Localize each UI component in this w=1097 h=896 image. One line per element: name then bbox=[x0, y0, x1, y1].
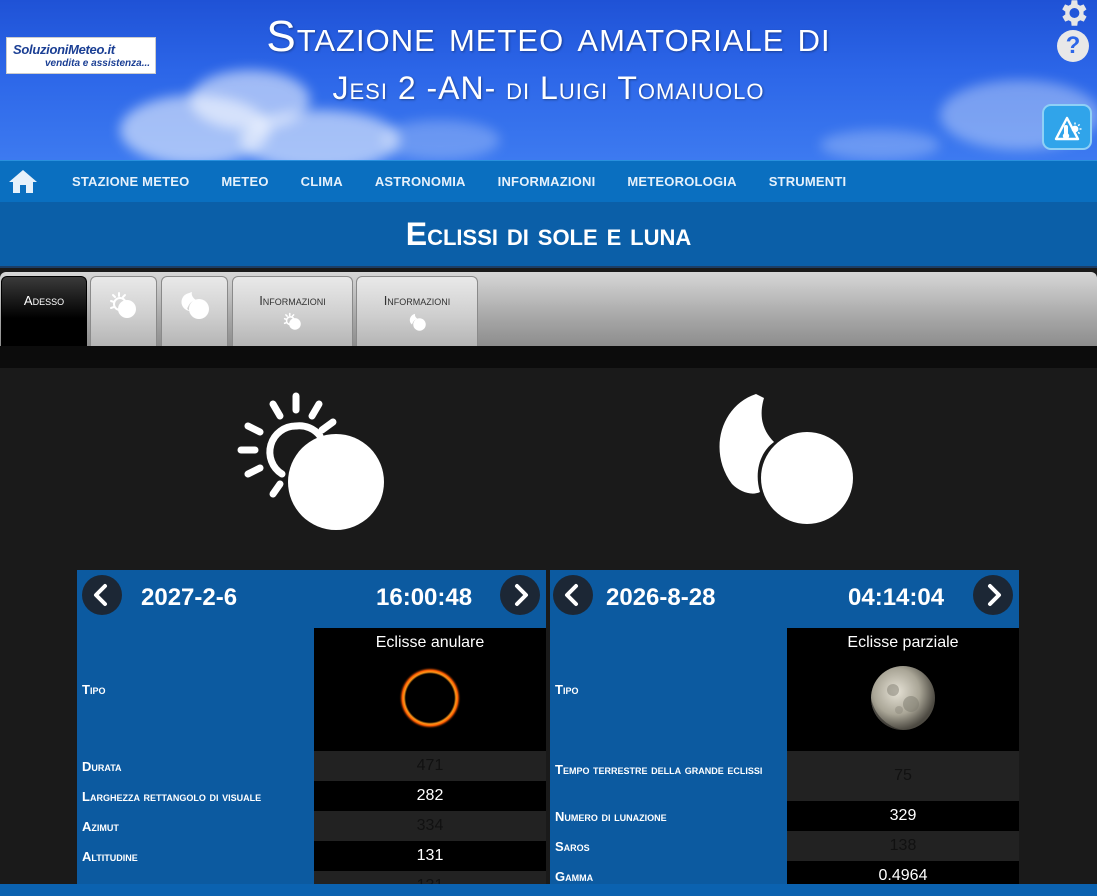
solar-eclipse-date: 2027-2-6 bbox=[141, 584, 238, 611]
nav-item-astronomia[interactable]: ASTRONOMIA bbox=[359, 161, 482, 203]
solar-eclipse-icon bbox=[283, 312, 301, 330]
row-key: Azimut bbox=[82, 819, 119, 834]
row-key: Numero di lunazione bbox=[555, 809, 667, 824]
thermometer-sun-icon[interactable] bbox=[1042, 104, 1092, 150]
prev-lunar-button[interactable] bbox=[553, 575, 593, 615]
row-key: Tipo bbox=[555, 682, 579, 697]
row-key: Gamma bbox=[555, 869, 594, 884]
tab-content-top bbox=[0, 346, 1097, 368]
next-solar-button[interactable] bbox=[500, 575, 540, 615]
lunar-eclipse-date: 2026-8-28 bbox=[606, 584, 716, 611]
partial-lunar-eclipse-image bbox=[871, 666, 935, 730]
solar-eclipse-icon bbox=[237, 392, 384, 530]
row-key: Saros bbox=[555, 839, 590, 854]
solar-eclipse-panel: 2027-2-6 16:00:48 Tipo Eclisse anulare D… bbox=[77, 570, 546, 896]
page-title: Eclissi di sole e luna bbox=[0, 202, 1097, 268]
row-key: Tempo terrestre della grande eclissi bbox=[555, 762, 763, 777]
table-row: Larghezza rettangolo di visuale 282 bbox=[77, 781, 546, 811]
nav-item-meteo[interactable]: METEO bbox=[205, 161, 284, 203]
eclipse-type-value: Eclisse anulare bbox=[375, 634, 485, 651]
row-value: 75 bbox=[787, 751, 1019, 801]
tab-info-solar[interactable]: Informazioni bbox=[232, 276, 353, 346]
row-value: 471 bbox=[314, 751, 546, 781]
table-row: Saros 138 bbox=[550, 831, 1019, 861]
nav-item-clima[interactable]: CLIMA bbox=[285, 161, 359, 203]
site-header: SoluzioniMeteo.it vendita e assistenza..… bbox=[0, 0, 1097, 160]
table-row: Altitudine 131 bbox=[77, 841, 546, 871]
row-key: Durata bbox=[82, 759, 122, 774]
eclipse-type-value: Eclisse parziale bbox=[847, 634, 959, 651]
next-lunar-button[interactable] bbox=[973, 575, 1013, 615]
main-nav: STAZIONE METEO METEO CLIMA ASTRONOMIA IN… bbox=[0, 160, 1097, 202]
lunar-eclipse-icon bbox=[719, 394, 853, 524]
row-value: 131 bbox=[314, 841, 546, 871]
nav-item-meteorologia[interactable]: METEOROLOGIA bbox=[611, 161, 752, 203]
table-row: Azimut 334 bbox=[77, 811, 546, 841]
chevron-right-icon bbox=[988, 584, 1001, 606]
solar-panel-header: 2027-2-6 16:00:48 bbox=[77, 570, 546, 624]
eclipse-type-cell: Eclisse parziale bbox=[787, 628, 1019, 751]
table-row: Tempo terrestre della grande eclissi 75 bbox=[550, 751, 1019, 801]
table-row: Numero di lunazione 329 bbox=[550, 801, 1019, 831]
lunar-eclipse-icon bbox=[180, 292, 209, 319]
nav-item-informazioni[interactable]: INFORMAZIONI bbox=[482, 161, 612, 203]
tab-bar: Adesso Informazioni Informazioni bbox=[0, 272, 1097, 346]
solar-eclipse-icon bbox=[109, 292, 136, 318]
chevron-left-icon bbox=[94, 584, 107, 606]
lunar-eclipse-time: 04:14:04 bbox=[848, 584, 945, 611]
gear-icon[interactable] bbox=[1056, 0, 1090, 30]
row-key: Altitudine bbox=[82, 849, 138, 864]
table-row: Durata 471 bbox=[77, 751, 546, 781]
chevron-left-icon bbox=[565, 584, 578, 606]
row-value: 282 bbox=[314, 781, 546, 811]
help-icon[interactable]: ? bbox=[1057, 30, 1089, 62]
row-key: Tipo bbox=[82, 682, 106, 697]
site-title: Stazione meteo amatoriale di bbox=[266, 12, 831, 61]
prev-solar-button[interactable] bbox=[82, 575, 122, 615]
lunar-eclipse-icon bbox=[409, 313, 426, 331]
tab-lunar-eclipse[interactable] bbox=[161, 276, 228, 346]
home-icon[interactable] bbox=[8, 168, 38, 194]
lunar-panel-header: 2026-8-28 04:14:04 bbox=[550, 570, 1019, 624]
row-value: 334 bbox=[314, 811, 546, 841]
nav-item-strumenti[interactable]: STRUMENTI bbox=[753, 161, 863, 203]
annular-eclipse-image bbox=[399, 667, 461, 729]
row-value: 138 bbox=[787, 831, 1019, 861]
tab-label: Informazioni bbox=[259, 293, 326, 308]
lunar-eclipse-panel: 2026-8-28 04:14:04 Tipo Eclisse parziale bbox=[550, 570, 1019, 896]
eclipse-type-cell: Eclisse anulare bbox=[314, 628, 546, 751]
solar-eclipse-time: 16:00:48 bbox=[376, 584, 473, 611]
row-value: 329 bbox=[787, 801, 1019, 831]
nav-item-stazione-meteo[interactable]: STAZIONE METEO bbox=[56, 161, 205, 203]
tab-label: Adesso bbox=[23, 293, 65, 308]
bottom-bar bbox=[0, 884, 1097, 896]
chevron-right-icon bbox=[515, 584, 528, 606]
tab-adesso[interactable]: Adesso bbox=[1, 276, 87, 346]
tab-solar-eclipse[interactable] bbox=[90, 276, 157, 346]
tab-info-lunar[interactable]: Informazioni bbox=[356, 276, 478, 346]
tab-label: Informazioni bbox=[383, 293, 451, 308]
row-key: Larghezza rettangolo di visuale bbox=[82, 789, 262, 804]
site-subtitle: Jesi 2 -AN- di Luigi Tomaiuolo bbox=[332, 70, 765, 106]
